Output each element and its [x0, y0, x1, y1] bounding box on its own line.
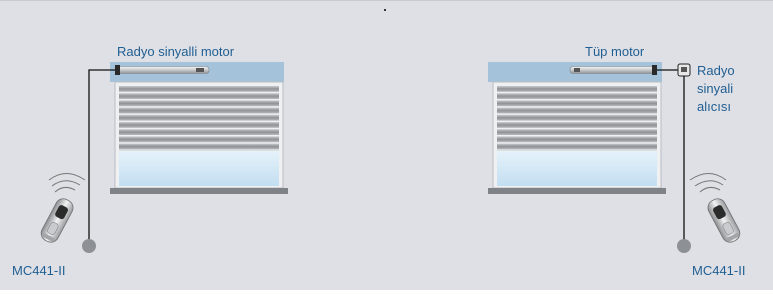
right-tube-end — [574, 68, 580, 72]
right-shutter-assembly — [488, 62, 666, 194]
left-motor-head — [115, 65, 120, 75]
right-motor-label: Tüp motor — [585, 44, 645, 59]
right-slat — [497, 107, 657, 114]
left-motor-tube — [115, 66, 210, 74]
receiver-label-line3: alıcısı — [697, 99, 731, 114]
right-slat — [497, 122, 657, 128]
left-slat — [119, 143, 279, 150]
right-slat — [497, 93, 657, 99]
left-motor-label: Radyo sinyalli motor — [117, 44, 235, 59]
top-dot — [384, 9, 386, 11]
right-slat — [497, 114, 657, 121]
left-window-sill — [110, 188, 288, 194]
left-slat — [119, 107, 279, 114]
left-slat — [119, 93, 279, 99]
right-motor-tube — [569, 66, 655, 74]
left-slat — [119, 122, 279, 128]
left-slat — [119, 114, 279, 121]
left-shutter-assembly — [110, 62, 288, 194]
receiver-label-line1: Radyo — [697, 63, 735, 78]
right-motor-head — [652, 65, 657, 75]
right-slat — [497, 143, 657, 150]
receiver-label-line2: sinyali — [697, 81, 734, 96]
right-window-glass — [497, 151, 657, 186]
left-slat — [119, 136, 279, 143]
left-slat — [119, 100, 279, 107]
right-wall-switch — [677, 239, 691, 253]
right-slat — [497, 129, 657, 135]
diagram-stage: Radyo sinyalli motor MC441-II Tüp motor … — [0, 0, 773, 302]
right-remote-label: MC441-II — [692, 263, 746, 278]
right-slat — [497, 136, 657, 143]
left-slat — [119, 86, 279, 92]
radio-receiver-icon — [677, 63, 691, 77]
left-tube-end — [196, 68, 204, 72]
left-wall-switch — [82, 239, 96, 253]
left-slat — [119, 129, 279, 135]
right-slat — [497, 86, 657, 92]
right-slat — [497, 100, 657, 107]
diagram-canvas — [0, 0, 773, 290]
left-remote-label: MC441-II — [12, 263, 66, 278]
left-window-glass — [119, 151, 279, 186]
right-window-sill — [488, 188, 666, 194]
